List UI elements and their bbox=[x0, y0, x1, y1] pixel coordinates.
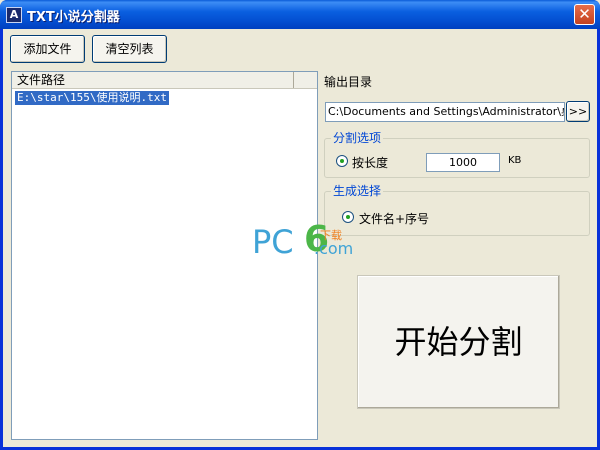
watermark-logo: PC 6 下载 .com bbox=[252, 213, 362, 269]
length-unit: KB bbox=[508, 155, 522, 166]
app-icon: A bbox=[6, 7, 22, 23]
list-header: 文件路径 bbox=[12, 72, 317, 89]
watermark-text-pc: PC bbox=[252, 223, 294, 261]
window-title: TXT小说分割器 bbox=[27, 10, 120, 25]
split-options-group: 分割选项 按长度 1000 KB bbox=[324, 131, 590, 178]
app-window: A TXT小说分割器 ✕ 添加文件 清空列表 文件路径 E:\star\155\… bbox=[0, 0, 600, 450]
start-split-button[interactable]: 开始分割 bbox=[357, 275, 560, 409]
add-file-button[interactable]: 添加文件 bbox=[10, 35, 85, 63]
column-header-extra[interactable] bbox=[295, 72, 317, 88]
list-item[interactable]: E:\star\155\使用说明.txt bbox=[15, 91, 169, 105]
naming-label[interactable]: 文件名+序号 bbox=[359, 210, 429, 227]
clear-list-button[interactable]: 清空列表 bbox=[92, 35, 167, 63]
generate-options-group: 生成选择 文件名+序号 bbox=[324, 184, 590, 236]
length-input[interactable]: 1000 bbox=[426, 153, 500, 172]
column-header-file-path[interactable]: 文件路径 bbox=[12, 72, 294, 88]
client-area: 添加文件 清空列表 文件路径 E:\star\155\使用说明.txt 输出目录… bbox=[3, 29, 597, 447]
title-bar[interactable]: A TXT小说分割器 ✕ bbox=[0, 0, 600, 29]
radio-selected-dot bbox=[340, 159, 344, 163]
generate-options-legend: 生成选择 bbox=[331, 184, 384, 198]
output-dir-label: 输出目录 bbox=[324, 75, 373, 89]
close-button[interactable]: ✕ bbox=[574, 4, 595, 25]
output-dir-field[interactable]: C:\Documents and Settings\Administrator\… bbox=[325, 102, 565, 122]
split-options-legend: 分割选项 bbox=[331, 131, 384, 145]
watermark-text-com: .com bbox=[314, 239, 354, 258]
by-length-radio[interactable] bbox=[336, 155, 348, 167]
by-length-label[interactable]: 按长度 bbox=[352, 154, 388, 171]
browse-button[interactable]: >> bbox=[566, 101, 590, 122]
